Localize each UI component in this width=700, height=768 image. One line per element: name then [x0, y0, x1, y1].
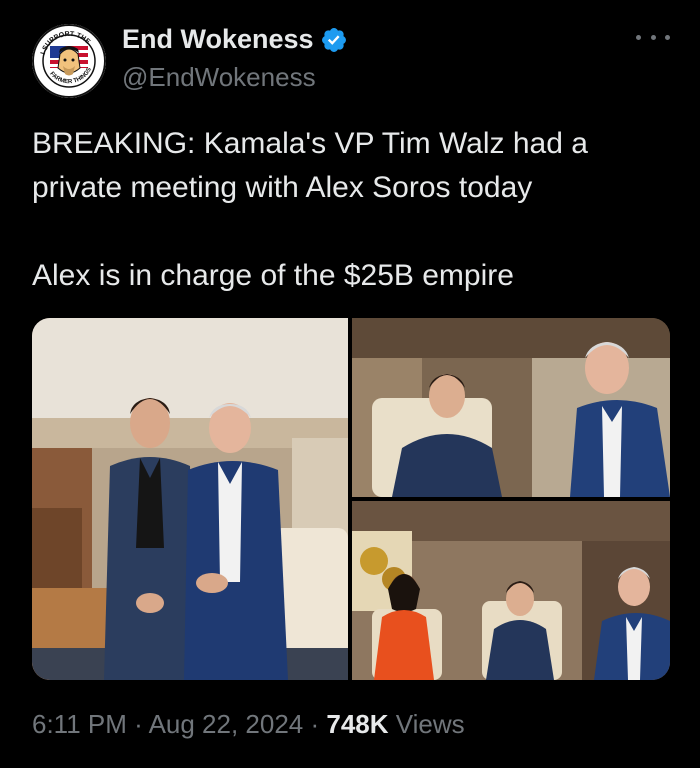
- tweet-text: BREAKING: Kamala's VP Tim Walz had a pri…: [32, 122, 672, 298]
- timestamp[interactable]: 6:11 PM · Aug 22, 2024 ·: [32, 709, 326, 739]
- avatar-image: I SUPPORT THE FARMER THINGS: [32, 24, 106, 98]
- display-name[interactable]: End Wokeness: [122, 24, 314, 55]
- tweet-text-blank-line: [32, 210, 672, 254]
- more-dot-icon: [665, 34, 670, 40]
- avatar[interactable]: I SUPPORT THE FARMER THINGS: [32, 24, 106, 98]
- more-options-icon[interactable]: [636, 22, 670, 52]
- author-handle[interactable]: @EndWokeness: [122, 62, 316, 93]
- photo-seated-conversation[interactable]: [352, 318, 670, 497]
- more-dot-icon: [636, 34, 641, 40]
- photo-two-men-standing[interactable]: [32, 318, 348, 680]
- more-dot-icon: [650, 34, 656, 40]
- verified-badge-icon: [320, 26, 348, 54]
- tweet-text-line: Alex is in charge of the $25B empire: [32, 259, 514, 292]
- tweet-text-line: BREAKING: Kamala's VP Tim Walz had a: [32, 127, 588, 160]
- media-grid: [32, 318, 670, 680]
- views-label: Views: [388, 709, 465, 739]
- photo-group-seated[interactable]: [352, 501, 670, 680]
- tweet-text-line: private meeting with Alex Soros today: [32, 171, 533, 204]
- author-name-row[interactable]: End Wokeness: [122, 24, 348, 55]
- tweet-meta: 6:11 PM · Aug 22, 2024 · 748K Views: [32, 709, 465, 740]
- views-count[interactable]: 748K: [326, 709, 388, 739]
